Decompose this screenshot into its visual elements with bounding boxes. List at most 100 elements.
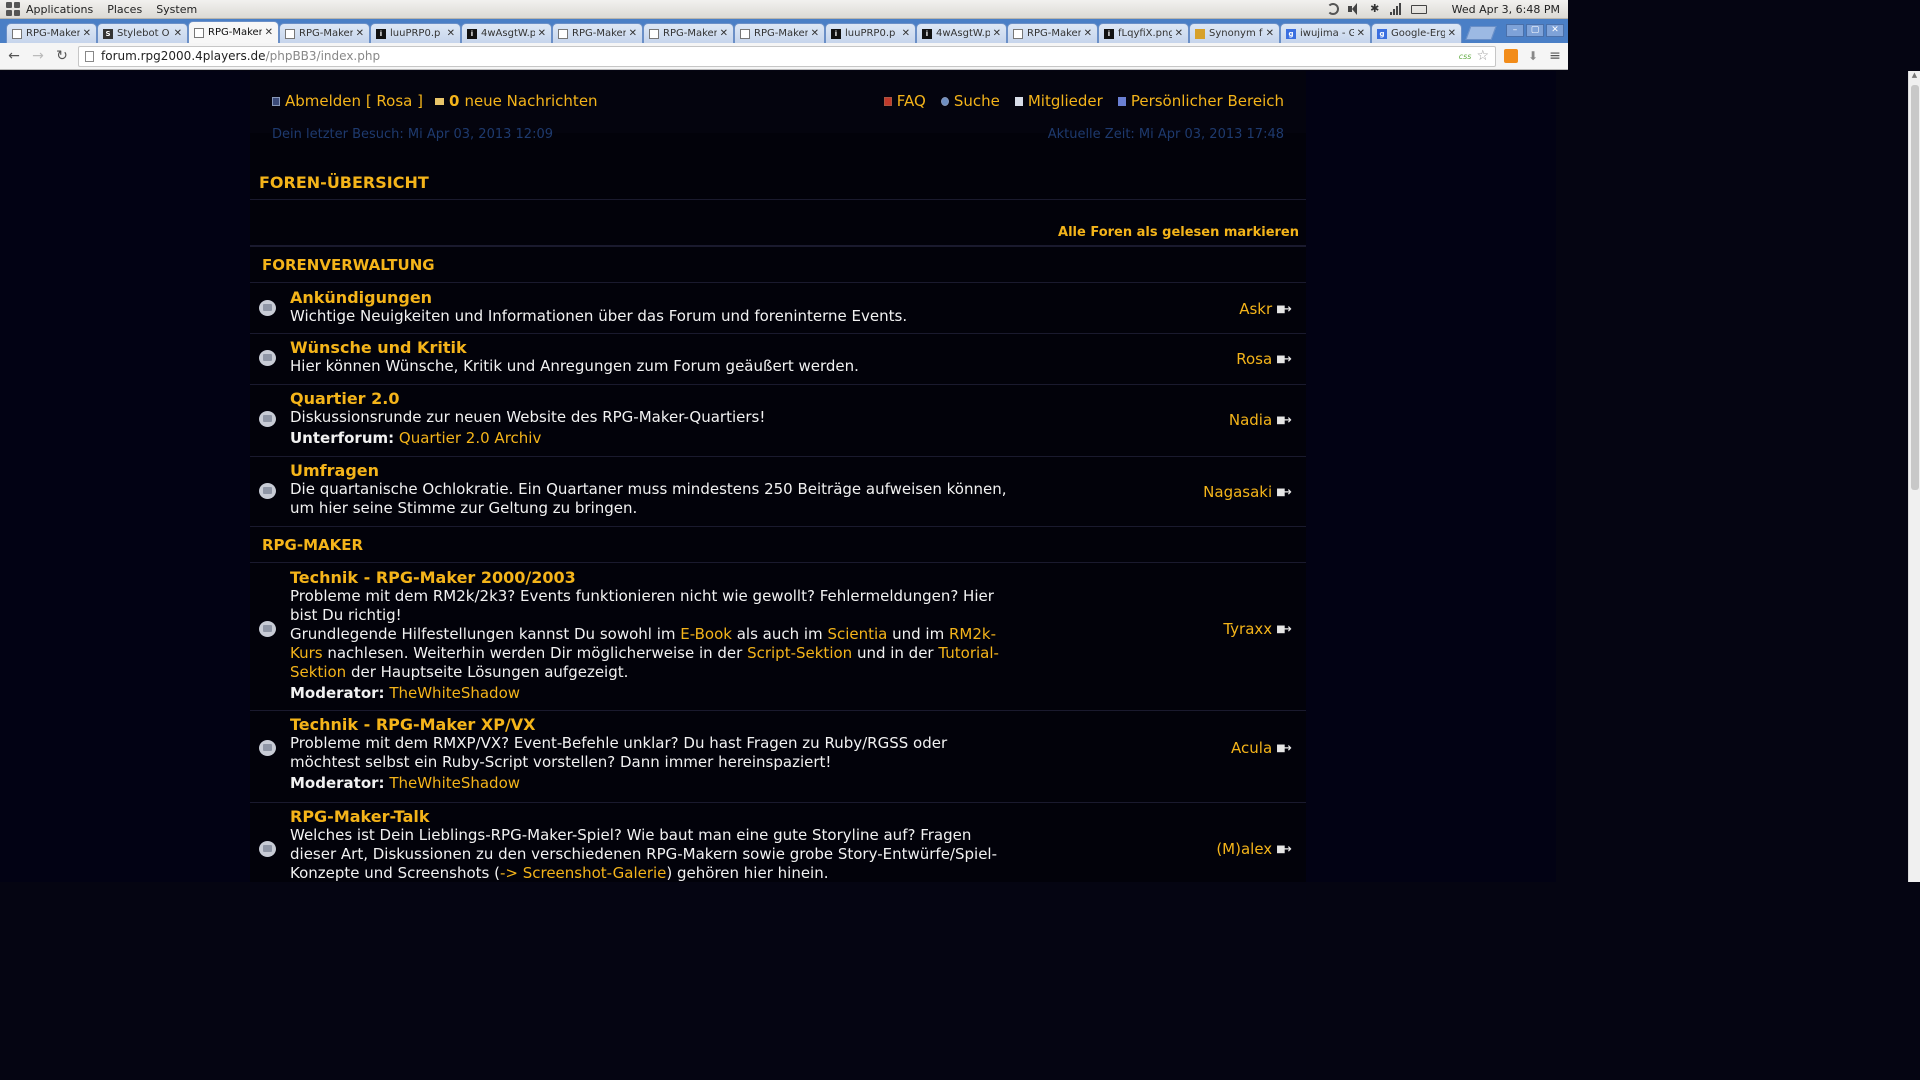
browser-tab[interactable]: RPG-Maker ✕: [552, 23, 643, 43]
messages-link[interactable]: 0 neue Nachrichten: [435, 92, 598, 110]
menu-system[interactable]: System: [156, 3, 197, 16]
tab-close-icon[interactable]: ✕: [1448, 28, 1456, 39]
address-bar[interactable]: forum.rpg2000.4players.de /phpBB3/index.…: [78, 45, 1496, 67]
members-link[interactable]: Mitglieder: [1014, 92, 1103, 110]
menu-places[interactable]: Places: [107, 3, 142, 16]
forward-button[interactable]: →: [30, 48, 46, 64]
applications-icon[interactable]: [6, 2, 20, 16]
last-post-author[interactable]: Askr: [1239, 300, 1272, 318]
inline-link[interactable]: Script-Sektion: [747, 644, 852, 662]
browser-tab[interactable]: i 4wAsgtW.p ✕: [916, 23, 1007, 43]
goto-last-post-icon[interactable]: ■➜: [1276, 487, 1292, 498]
tab-close-icon[interactable]: ✕: [1175, 28, 1183, 39]
extension-icon[interactable]: ⬇: [1526, 49, 1540, 63]
meta-link[interactable]: Quartier 2.0 Archiv: [399, 429, 541, 447]
goto-last-post-icon[interactable]: ■➜: [1276, 304, 1292, 315]
meta-link[interactable]: TheWhiteShadow: [389, 774, 520, 792]
category-title[interactable]: RPG-MAKER: [262, 536, 363, 554]
tab-title: iwujima - G: [1300, 28, 1354, 39]
back-button[interactable]: ←: [6, 48, 22, 64]
faq-link[interactable]: FAQ: [883, 92, 926, 110]
new-tab-button[interactable]: [1465, 26, 1497, 40]
scrollbar-thumb[interactable]: [1911, 85, 1919, 490]
browser-tab[interactable]: i luuPRP0.p ✕: [825, 23, 916, 43]
goto-last-post-icon[interactable]: ■➜: [1276, 354, 1292, 365]
tab-close-icon[interactable]: ✕: [629, 28, 637, 39]
forum-title-link[interactable]: Quartier 2.0: [290, 389, 1020, 408]
close-window-button[interactable]: ✕: [1546, 24, 1564, 37]
tab-close-icon[interactable]: ✕: [720, 28, 728, 39]
last-post-author[interactable]: (M)alex: [1216, 840, 1272, 858]
mark-all-read-link[interactable]: Alle Foren als gelesen markieren: [1058, 225, 1299, 240]
tab-close-icon[interactable]: ✕: [174, 28, 182, 39]
inline-link[interactable]: Scientia: [827, 625, 887, 643]
scroll-up-arrow[interactable]: ▲: [1909, 71, 1920, 83]
maximize-button[interactable]: ▢: [1526, 24, 1544, 37]
minimize-button[interactable]: –: [1506, 24, 1524, 37]
meta-link[interactable]: TheWhiteShadow: [389, 684, 520, 702]
last-post-author[interactable]: Nagasaki: [1203, 483, 1272, 501]
browser-tab[interactable]: RPG-Maker ✕: [643, 23, 734, 43]
browser-tab[interactable]: RPG-Maker ✕: [188, 21, 279, 43]
forum-title-link[interactable]: Wünsche und Kritik: [290, 338, 1020, 357]
sync-icon[interactable]: [1326, 3, 1339, 15]
logout-link[interactable]: Abmelden [ Rosa ]: [272, 92, 423, 110]
browser-tab[interactable]: i luuPRP0.p ✕: [370, 23, 461, 43]
goto-last-post-icon[interactable]: ■➜: [1276, 844, 1292, 855]
forum-title-link[interactable]: Ankündigungen: [290, 288, 1020, 307]
bookmark-star-icon[interactable]: ☆: [1476, 48, 1489, 64]
inline-link[interactable]: E-Book: [680, 625, 732, 643]
forum-title-link[interactable]: RPG-Maker-Talk: [290, 807, 1020, 826]
tab-close-icon[interactable]: ✕: [1357, 28, 1365, 39]
bluetooth-icon[interactable]: ✱: [1369, 3, 1381, 15]
browser-tab[interactable]: RPG-Maker ✕: [1007, 23, 1098, 43]
goto-last-post-icon[interactable]: ■➜: [1276, 624, 1292, 635]
tab-close-icon[interactable]: ✕: [356, 28, 364, 39]
tab-close-icon[interactable]: ✕: [811, 28, 819, 39]
goto-last-post-icon[interactable]: ■➜: [1276, 415, 1292, 426]
network-signal-icon[interactable]: [1389, 3, 1402, 15]
tab-close-icon[interactable]: ✕: [993, 28, 1001, 39]
category-title[interactable]: FORENVERWALTUNG: [262, 256, 435, 274]
vertical-scrollbar[interactable]: ▲: [1908, 71, 1920, 882]
goto-last-post-icon[interactable]: ■➜: [1276, 743, 1292, 754]
tab-close-icon[interactable]: ✕: [1266, 28, 1274, 39]
last-post-author[interactable]: Acula: [1231, 739, 1272, 757]
browser-tab[interactable]: i 4wAsgtW.p ✕: [461, 23, 552, 43]
last-post-author[interactable]: Rosa: [1236, 350, 1272, 368]
tab-close-icon[interactable]: ✕: [538, 28, 546, 39]
last-post-author[interactable]: Tyraxx: [1223, 620, 1272, 638]
tab-close-icon[interactable]: ✕: [447, 28, 455, 39]
chrome-menu-icon[interactable]: ≡: [1548, 48, 1562, 64]
forum-title-link[interactable]: Technik - RPG-Maker XP/VX: [290, 715, 1020, 734]
tab-close-icon[interactable]: ✕: [83, 28, 91, 39]
browser-tab[interactable]: RPG-Maker ✕: [734, 23, 825, 43]
reload-button[interactable]: ↻: [54, 48, 70, 64]
browser-tab[interactable]: RPG-Maker ✕: [279, 23, 370, 43]
tab-close-icon[interactable]: ✕: [902, 28, 910, 39]
forum-title-link[interactable]: Technik - RPG-Maker 2000/2003: [290, 568, 1020, 587]
browser-tab[interactable]: S Stylebot O ✕: [97, 23, 188, 43]
inline-link[interactable]: -> Screenshot-Galerie: [500, 864, 666, 882]
browser-tab[interactable]: Synonym f ✕: [1189, 23, 1280, 43]
profile-link[interactable]: Persönlicher Bereich: [1117, 92, 1284, 110]
tab-close-icon[interactable]: ✕: [1084, 28, 1092, 39]
rss-icon[interactable]: [1504, 49, 1518, 63]
tab-favicon-icon: [12, 28, 22, 39]
battery-icon[interactable]: [1410, 4, 1427, 14]
browser-tab[interactable]: RPG-Maker ✕: [6, 23, 97, 43]
volume-icon[interactable]: [1347, 3, 1360, 15]
forum-title-link[interactable]: Umfragen: [290, 461, 1020, 480]
menu-applications[interactable]: Applications: [26, 3, 93, 16]
clock[interactable]: Wed Apr 3, 6:48 PM: [1452, 3, 1560, 16]
tab-title: RPG-Maker: [208, 27, 262, 38]
tab-close-icon[interactable]: ✕: [265, 27, 273, 38]
search-link[interactable]: Suche: [940, 92, 1000, 110]
forum-row: Technik - RPG-Maker XP/VX Probleme mit de…: [250, 711, 1306, 803]
browser-tab[interactable]: g Google-Erg ✕: [1371, 23, 1462, 43]
browser-tab[interactable]: g iwujima - G ✕: [1280, 23, 1371, 43]
stylebot-css-icon[interactable]: css: [1459, 52, 1472, 61]
browser-tab[interactable]: i fLqyfiX.png ✕: [1098, 23, 1189, 43]
members-icon: [1014, 96, 1023, 106]
last-post-author[interactable]: Nadia: [1229, 411, 1272, 429]
